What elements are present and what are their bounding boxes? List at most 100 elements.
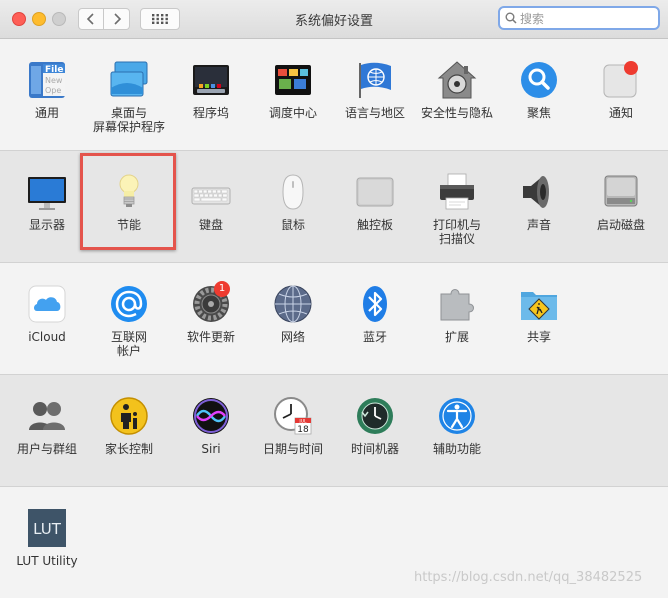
pane-label: 软件更新 bbox=[186, 330, 235, 344]
at-sign-icon bbox=[109, 284, 149, 324]
title-bar: 系统偏好设置 搜索 bbox=[0, 0, 668, 39]
pane-general[interactable]: File New Ope 通用 bbox=[6, 60, 88, 120]
time-machine-icon bbox=[355, 396, 395, 436]
pane-label: 显示器 bbox=[28, 218, 65, 232]
pane-label: 互联网 帐户 bbox=[110, 330, 147, 358]
pane-spotlight[interactable]: 聚焦 bbox=[498, 60, 580, 120]
pane-label: 声音 bbox=[526, 218, 551, 232]
pane-label: 家长控制 bbox=[104, 442, 153, 456]
pane-label: 调度中心 bbox=[268, 106, 317, 120]
hard-disk-icon bbox=[601, 172, 641, 212]
pane-label: 聚焦 bbox=[526, 106, 551, 120]
pane-startup-disk[interactable]: 启动磁盘 bbox=[580, 172, 662, 232]
spotlight-magnifier-icon bbox=[519, 60, 559, 100]
pane-label: 鼠标 bbox=[280, 218, 305, 232]
update-badge-count: 1 bbox=[218, 283, 226, 294]
svg-text:File: File bbox=[45, 65, 63, 75]
watermark: https://blog.csdn.net/qq_38482525 bbox=[414, 570, 643, 585]
pane-bluetooth[interactable]: 蓝牙 bbox=[334, 284, 416, 344]
pane-label: Siri bbox=[201, 442, 221, 456]
desktop-icon bbox=[109, 60, 149, 100]
pane-label: 网络 bbox=[280, 330, 305, 344]
svg-text:Ope: Ope bbox=[45, 86, 61, 95]
pane-printers-scanners[interactable]: 打印机与 扫描仪 bbox=[416, 172, 498, 246]
bluetooth-icon bbox=[355, 284, 395, 324]
clock-calendar-icon: JUL 18 bbox=[273, 396, 313, 436]
mouse-icon bbox=[273, 172, 313, 212]
icloud-icon bbox=[27, 284, 67, 324]
display-monitor-icon bbox=[27, 172, 67, 212]
pane-lut-utility[interactable]: LUT LUT Utility bbox=[6, 508, 88, 568]
pane-label: 辅助功能 bbox=[432, 442, 481, 456]
keyboard-icon bbox=[191, 172, 231, 212]
notifications-icon bbox=[601, 60, 641, 100]
pane-internet-accounts[interactable]: 互联网 帐户 bbox=[88, 284, 170, 358]
pane-sound[interactable]: 声音 bbox=[498, 172, 580, 232]
pane-extensions[interactable]: 扩展 bbox=[416, 284, 498, 344]
pane-label: 扩展 bbox=[444, 330, 469, 344]
pane-label: 时间机器 bbox=[350, 442, 399, 456]
pane-dock[interactable]: 程序坞 bbox=[170, 60, 252, 120]
pane-label: 通用 bbox=[34, 106, 59, 120]
gear-update-icon: 1 bbox=[191, 281, 231, 324]
pane-label: 蓝牙 bbox=[362, 330, 387, 344]
update-badge: 1 bbox=[214, 281, 230, 297]
search-input[interactable]: 搜索 bbox=[520, 10, 544, 27]
pane-desktop-screensaver[interactable]: 桌面与 屏幕保护程序 bbox=[88, 60, 170, 134]
pane-parental-controls[interactable]: 家长控制 bbox=[88, 396, 170, 456]
pane-users-groups[interactable]: 用户与群组 bbox=[6, 396, 88, 456]
pane-label: 触控板 bbox=[356, 218, 393, 232]
speaker-icon bbox=[519, 172, 559, 212]
users-silhouette-icon bbox=[27, 396, 67, 436]
search-field[interactable]: 搜索 bbox=[498, 6, 660, 30]
flag-globe-icon bbox=[355, 60, 395, 100]
sharing-folder-icon bbox=[519, 284, 559, 324]
accessibility-icon bbox=[437, 396, 477, 436]
pane-mission-control[interactable]: 调度中心 bbox=[252, 60, 334, 120]
pane-label: 语言与地区 bbox=[344, 106, 405, 120]
pane-icloud[interactable]: iCloud bbox=[6, 284, 88, 344]
pane-label: 安全性与隐私 bbox=[420, 106, 493, 120]
pane-network[interactable]: 网络 bbox=[252, 284, 334, 344]
pane-label: 打印机与 扫描仪 bbox=[432, 218, 481, 246]
pane-label: 通知 bbox=[608, 106, 633, 120]
lut-utility-icon: LUT bbox=[27, 508, 67, 548]
pane-label: 键盘 bbox=[198, 218, 223, 232]
dock-icon bbox=[191, 60, 231, 100]
siri-icon bbox=[191, 396, 231, 436]
pane-trackpad[interactable]: 触控板 bbox=[334, 172, 416, 232]
pane-label: 启动磁盘 bbox=[596, 218, 645, 232]
svg-text:18: 18 bbox=[297, 425, 309, 435]
highlight-frame bbox=[80, 153, 176, 250]
house-lock-icon bbox=[437, 60, 477, 100]
pane-security-privacy[interactable]: 安全性与隐私 bbox=[416, 60, 498, 120]
pane-time-machine[interactable]: 时间机器 bbox=[334, 396, 416, 456]
pane-label: 程序坞 bbox=[192, 106, 229, 120]
svg-text:New: New bbox=[45, 76, 63, 85]
mission-control-icon bbox=[273, 60, 313, 100]
trackpad-icon bbox=[355, 172, 395, 212]
pane-language-region[interactable]: 语言与地区 bbox=[334, 60, 416, 120]
printer-icon bbox=[437, 172, 477, 212]
parental-controls-icon bbox=[109, 396, 149, 436]
pane-sharing[interactable]: 共享 bbox=[498, 284, 580, 344]
pane-label: 用户与群组 bbox=[16, 442, 77, 456]
pane-date-time[interactable]: JUL 18 日期与时间 bbox=[252, 396, 334, 456]
pane-software-update[interactable]: 1 软件更新 bbox=[170, 281, 252, 344]
network-globe-icon bbox=[273, 284, 313, 324]
pane-label: 桌面与 屏幕保护程序 bbox=[92, 106, 165, 134]
pane-label: 日期与时间 bbox=[262, 442, 323, 456]
svg-text:LUT: LUT bbox=[33, 520, 62, 538]
pane-keyboard[interactable]: 键盘 bbox=[170, 172, 252, 232]
puzzle-piece-icon bbox=[437, 284, 477, 324]
pane-mouse[interactable]: 鼠标 bbox=[252, 172, 334, 232]
pane-displays[interactable]: 显示器 bbox=[6, 172, 88, 232]
system-preferences-window: 系统偏好设置 搜索 File New Ope 通用 桌面与 屏幕保护程序 程序坞… bbox=[0, 0, 668, 598]
general-icon: File New Ope bbox=[27, 60, 67, 100]
pane-label: LUT Utility bbox=[16, 554, 78, 568]
pane-label: 共享 bbox=[526, 330, 551, 344]
pane-label: iCloud bbox=[28, 330, 66, 344]
pane-siri[interactable]: Siri bbox=[170, 396, 252, 456]
pane-accessibility[interactable]: 辅助功能 bbox=[416, 396, 498, 456]
pane-notifications[interactable]: 通知 bbox=[580, 60, 662, 120]
